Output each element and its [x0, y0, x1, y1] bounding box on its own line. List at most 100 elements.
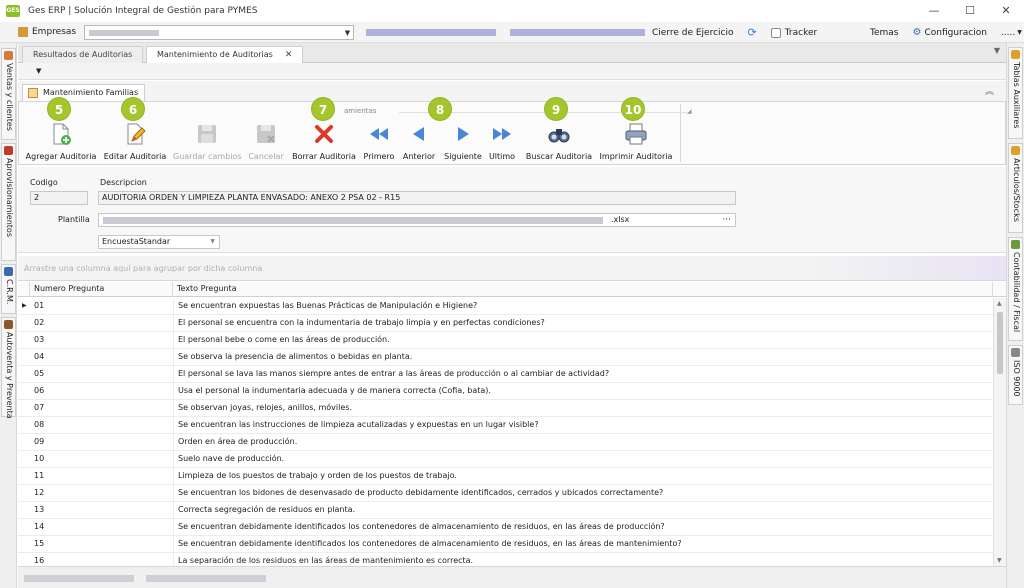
cell-texto[interactable]: Correcta segregación de residuos en plan…: [173, 502, 993, 518]
cell-numero[interactable]: 09: [30, 434, 173, 450]
cell-texto[interactable]: El personal se encuentra con la indument…: [173, 315, 993, 331]
minimize-button[interactable]: —: [916, 0, 952, 22]
side-tab-ventas[interactable]: Ventas y clientes: [1, 48, 16, 140]
group-by-panel[interactable]: Arrastre una columna aquí para agrupar p…: [18, 256, 1006, 281]
row-selected-icon: ▶: [22, 302, 27, 309]
table-row[interactable]: ▶ 01 Se encuentran expuestas las Buenas Pr…: [18, 298, 993, 315]
anterior-button[interactable]: Anterior: [401, 122, 437, 164]
side-tab-tablas-auxiliares[interactable]: Tablas Auxiliares: [1008, 47, 1023, 139]
company-combo[interactable]: ▼: [84, 24, 355, 40]
side-tab-aprovisionamientos[interactable]: Aprovisionamientos: [1, 143, 16, 261]
table-row[interactable]: 15 Se encuentran debidamente identificado…: [18, 536, 993, 553]
codigo-field[interactable]: 2: [30, 191, 88, 205]
side-tab-autoventa[interactable]: Autoventa y Preventa: [1, 317, 16, 419]
column-header-texto[interactable]: Texto Pregunta: [173, 282, 993, 297]
imprimir-auditoria-button[interactable]: Imprimir Auditoria: [599, 122, 673, 164]
cell-texto[interactable]: Se encuentran debidamente identificados …: [173, 519, 993, 535]
table-row[interactable]: 16 La separación de los residuos en las á…: [18, 553, 993, 566]
cell-texto[interactable]: Orden en área de producción.: [173, 434, 993, 450]
ultimo-button[interactable]: Ultimo: [487, 122, 517, 164]
guardar-cambios-button[interactable]: Guardar cambios: [173, 122, 242, 164]
cell-texto[interactable]: El personal bebe o come en las áreas de …: [173, 332, 993, 348]
table-row[interactable]: 06 Usa el personal la indumentaria adecua…: [18, 383, 993, 400]
cell-numero[interactable]: 05: [30, 366, 173, 382]
editar-auditoria-button[interactable]: Editar Auditoria: [101, 122, 169, 164]
cell-numero[interactable]: 02: [30, 315, 173, 331]
cell-texto[interactable]: Se observa la presencia de alimentos o b…: [173, 349, 993, 365]
cell-texto[interactable]: Se encuentran las instrucciones de limpi…: [173, 417, 993, 433]
descripcion-field[interactable]: AUDITORIA ORDEN Y LIMPIEZA PLANTA ENVASA…: [98, 191, 736, 205]
table-row[interactable]: 11 Limpieza de los puestos de trabajo y o…: [18, 468, 993, 485]
cell-numero[interactable]: 12: [30, 485, 173, 501]
scroll-thumb[interactable]: [997, 312, 1003, 374]
cell-numero[interactable]: 16: [30, 553, 173, 566]
temas-menu[interactable]: Temas: [870, 28, 898, 38]
cell-numero[interactable]: 14: [30, 519, 173, 535]
side-tab-crm[interactable]: C.R.M.: [1, 264, 16, 314]
tab-mantenimiento-auditorias[interactable]: Mantenimiento de Auditorias ✕: [146, 46, 304, 63]
configuracion-menu[interactable]: ⚙ Configuracion: [912, 27, 986, 38]
cancelar-button[interactable]: Cancelar: [243, 122, 289, 164]
table-row[interactable]: 14 Se encuentran debidamente identificado…: [18, 519, 993, 536]
scroll-up-icon[interactable]: ▲: [997, 300, 1002, 307]
cell-texto[interactable]: Se encuentran debidamente identificados …: [173, 536, 993, 552]
cell-numero[interactable]: 07: [30, 400, 173, 416]
buscar-auditoria-button[interactable]: Buscar Auditoria: [525, 122, 593, 164]
primero-button[interactable]: Primero: [361, 122, 397, 164]
cell-texto[interactable]: El personal se lava las manos siempre an…: [173, 366, 993, 382]
tabs-dropdown-icon[interactable]: ▼: [994, 46, 1000, 55]
table-row[interactable]: 04 Se observa la presencia de alimentos o…: [18, 349, 993, 366]
chevron-down-icon[interactable]: ▼: [36, 67, 41, 75]
close-window-button[interactable]: ✕: [988, 0, 1024, 22]
table-row[interactable]: 07 Se observan joyas, relojes, anillos, m…: [18, 400, 993, 417]
borrar-auditoria-button[interactable]: Borrar Auditoria: [291, 122, 357, 164]
group-expand-icon[interactable]: ◢: [687, 108, 692, 115]
siguiente-button[interactable]: Siguiente: [443, 122, 483, 164]
cell-texto[interactable]: Limpieza de los puestos de trabajo y ord…: [173, 468, 993, 484]
cell-numero[interactable]: 10: [30, 451, 173, 467]
browse-button[interactable]: ···: [722, 214, 731, 226]
cell-numero[interactable]: 06: [30, 383, 173, 399]
table-row[interactable]: 13 Correcta segregación de residuos en pl…: [18, 502, 993, 519]
redacted-path: [103, 217, 603, 224]
cell-numero[interactable]: 08: [30, 417, 173, 433]
table-row[interactable]: 08 Se encuentran las instrucciones de lim…: [18, 417, 993, 434]
cell-numero[interactable]: 01: [30, 298, 173, 314]
encuesta-select[interactable]: EncuestaStandar ▼: [98, 235, 220, 249]
empresas-menu[interactable]: Empresas: [18, 27, 76, 37]
table-row[interactable]: 02 El personal se encuentra con la indume…: [18, 315, 993, 332]
cell-texto[interactable]: La separación de los residuos en las áre…: [173, 553, 993, 566]
table-row[interactable]: 10 Suelo nave de producción.: [18, 451, 993, 468]
maximize-button[interactable]: ☐: [952, 0, 988, 22]
side-tab-articulos[interactable]: Articulos/Stocks: [1008, 143, 1023, 233]
cell-numero[interactable]: 13: [30, 502, 173, 518]
cell-texto[interactable]: Usa el personal la indumentaria adecuada…: [173, 383, 993, 399]
cell-texto[interactable]: Se encuentran expuestas las Buenas Práct…: [173, 298, 993, 314]
close-tab-icon[interactable]: ✕: [285, 50, 293, 60]
cell-texto[interactable]: Se encuentran los bidones de desenvasado…: [173, 485, 993, 501]
cierre-ejercicio-menu[interactable]: Cierre de Ejercicio: [652, 28, 734, 38]
collapse-ribbon-icon[interactable]: ︽: [985, 84, 994, 97]
questions-grid: ▶ 01 Se encuentran expuestas las Buenas Pr…: [18, 298, 993, 566]
cell-numero[interactable]: 03: [30, 332, 173, 348]
column-header-numero[interactable]: Numero Pregunta: [30, 282, 173, 297]
cell-texto[interactable]: Se observan joyas, relojes, anillos, móv…: [173, 400, 993, 416]
cell-numero[interactable]: 04: [30, 349, 173, 365]
cell-numero[interactable]: 11: [30, 468, 173, 484]
tab-resultados-auditorias[interactable]: Resultados de Auditorias: [22, 46, 144, 63]
scroll-down-icon[interactable]: ▼: [997, 557, 1002, 564]
side-tab-iso9000[interactable]: ISO 9000: [1008, 345, 1023, 405]
agregar-auditoria-button[interactable]: Agregar Auditoria: [24, 122, 98, 164]
grid-scrollbar[interactable]: ▲ ▼: [993, 298, 1006, 566]
table-row[interactable]: 12 Se encuentran los bidones de desenvasa…: [18, 485, 993, 502]
tracker-menu[interactable]: Tracker: [770, 27, 817, 38]
refresh-button[interactable]: ⟳: [748, 26, 757, 39]
table-row[interactable]: 05 El personal se lava las manos siempre …: [18, 366, 993, 383]
cell-texto[interactable]: Suelo nave de producción.: [173, 451, 993, 467]
plantilla-field[interactable]: .xlsx ···: [98, 213, 736, 227]
table-row[interactable]: 03 El personal bebe o come en las áreas d…: [18, 332, 993, 349]
table-row[interactable]: 09 Orden en área de producción.: [18, 434, 993, 451]
more-menu[interactable]: ..... ▼: [1001, 28, 1022, 38]
cell-numero[interactable]: 15: [30, 536, 173, 552]
side-tab-contabilidad[interactable]: Contabilidad / Fiscal: [1008, 237, 1023, 341]
